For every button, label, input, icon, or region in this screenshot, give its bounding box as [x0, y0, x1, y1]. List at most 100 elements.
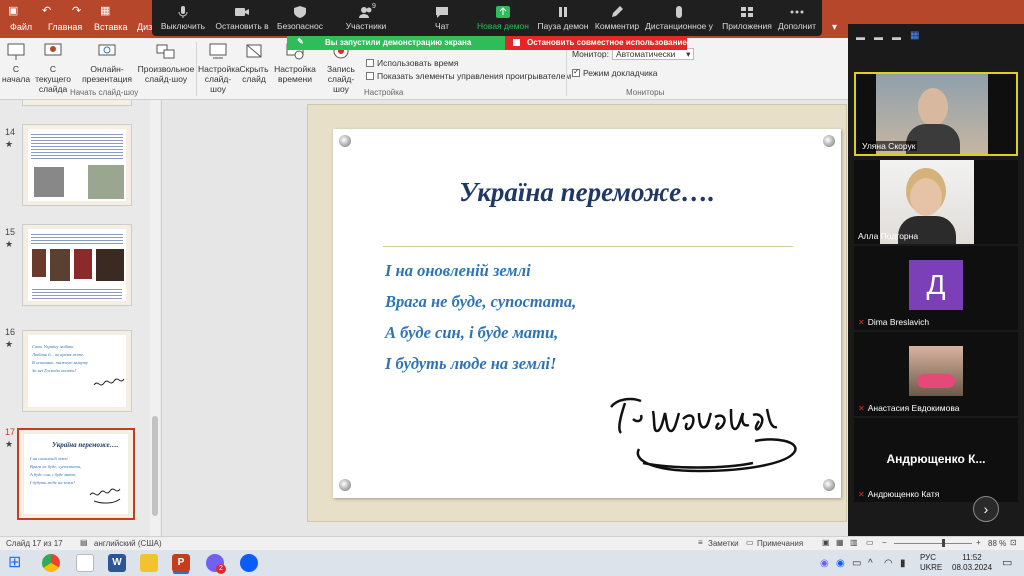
redo-icon[interactable]: ↷ — [72, 4, 81, 17]
tab-insert[interactable]: Вставка — [94, 22, 127, 32]
slideshow-start-icon — [7, 43, 25, 60]
show-media-controls-box[interactable] — [366, 72, 374, 80]
use-timings-checkbox[interactable]: Использовать время — [366, 58, 458, 68]
hide-slide-button[interactable]: Скрыть слайд — [238, 42, 270, 84]
zoom-slider[interactable] — [894, 543, 972, 544]
slide-divider — [383, 246, 793, 247]
mute-button[interactable]: Выключить — [154, 0, 212, 36]
participant-name-row: ✕ Анастасия Евдокимова — [858, 403, 960, 413]
thumbnail-slide-17[interactable]: Україна переможе…. І на оновленій землі … — [17, 428, 135, 520]
reading-view-icon[interactable]: ▥ — [850, 538, 858, 547]
thumbnail-star-icon: ★ — [5, 239, 14, 249]
tab-file[interactable]: Файл — [10, 22, 32, 32]
zoom-out-icon[interactable]: − — [882, 538, 887, 547]
spellcheck-icon[interactable]: ▤ — [80, 538, 88, 547]
custom-show-button[interactable]: Произвольное слайд-шоу — [137, 42, 195, 84]
windows-start-icon[interactable]: ⊞ — [8, 554, 26, 572]
tab-home[interactable]: Главная — [48, 22, 82, 32]
security-button[interactable]: Безопаснос — [272, 0, 328, 36]
save-icon[interactable]: ▣ — [8, 4, 18, 17]
more-button[interactable]: Дополнит — [774, 0, 820, 36]
pause-share-button[interactable]: Пауза демон — [534, 0, 592, 36]
clock[interactable]: 11:52 08.03.2024 — [952, 553, 992, 573]
thumbnail-slide-16[interactable]: Свою Україну любіть Любіть її... во врем… — [22, 330, 132, 412]
shevchenko-signature-image — [610, 397, 797, 473]
app-icon[interactable] — [76, 554, 94, 572]
group-start-slideshow: Начать слайд-шоу — [70, 88, 139, 97]
fit-slide-icon[interactable]: ⊡ — [1010, 538, 1017, 547]
gallery-minimize-icon[interactable]: ▬ — [856, 32, 865, 42]
language-indicator[interactable]: английский (США) — [94, 539, 162, 548]
thumbnail-slide-15[interactable] — [22, 224, 132, 306]
participant-tile[interactable]: Алла Подгорна — [854, 160, 1018, 244]
participant-tile[interactable]: Д ✕ Dima Breslavich — [854, 246, 1018, 330]
chrome-icon[interactable] — [42, 554, 60, 572]
thumbnail-slide-14[interactable] — [22, 124, 132, 206]
chevron-up-icon[interactable]: ^ — [868, 558, 873, 569]
pin-icon — [339, 479, 351, 491]
zoom-in-icon[interactable]: + — [976, 538, 981, 547]
status-bar: Слайд 17 из 17 ▤ английский (США) ≡ Заме… — [0, 536, 1024, 550]
scrollbar-thumb[interactable] — [152, 416, 158, 516]
chat-button[interactable]: Чат — [422, 0, 462, 36]
participant-tile[interactable]: ✕ Анастасия Евдокимова — [854, 332, 1018, 416]
annotate-button[interactable]: Комментир — [592, 0, 642, 36]
stop-video-button[interactable]: Остановить в — [212, 0, 272, 36]
presenter-view-checkbox[interactable]: Режим докладчика — [572, 67, 658, 78]
zoom-slider-thumb[interactable] — [942, 539, 945, 547]
thumbnail-number: 17 — [5, 427, 16, 437]
thumbnail-slide-13[interactable] — [22, 100, 132, 106]
participant-tile[interactable]: Андрющенко К... ✕ Андрющенко Катя — [854, 418, 1018, 502]
gallery-view-icon[interactable]: ▬ — [892, 32, 901, 42]
monitor-label: Монитор: — [572, 49, 609, 59]
ribbon-collapse-icon[interactable]: ▾ — [832, 22, 837, 33]
thumbnail-scrollbar[interactable] — [150, 100, 160, 536]
online-presentation-button[interactable]: Онлайн-презентация — [76, 42, 138, 84]
poem-line: Врага не буде, супостата, — [385, 292, 577, 311]
group-setup: Настройка — [364, 88, 404, 97]
word-icon[interactable]: W — [108, 554, 126, 572]
wifi-icon[interactable]: ◠ — [884, 558, 893, 569]
from-current-button[interactable]: С текущего слайда — [31, 42, 75, 94]
tray-icon[interactable]: ▭ — [852, 558, 861, 569]
undo-icon[interactable]: ↶ — [42, 4, 51, 17]
share-banner: ✎ Вы запустили демонстрацию экрана Остан… — [287, 36, 687, 50]
custom-show-label: Произвольное слайд-шоу — [137, 64, 195, 84]
participant-tile-active-speaker[interactable]: Уляна Скорук — [854, 72, 1018, 156]
tray-zoom-icon[interactable]: ◉ — [836, 558, 845, 569]
participants-button[interactable]: 9 Участники — [336, 0, 396, 36]
gallery-view-icon[interactable]: ▬ — [874, 32, 883, 42]
gallery-grid-icon[interactable]: ▦ — [910, 30, 919, 41]
pause-share-label: Пауза демон — [537, 21, 589, 31]
from-beginning-button[interactable]: С начала — [2, 42, 30, 84]
normal-view-icon[interactable]: ▣ — [822, 538, 830, 547]
battery-icon[interactable]: ▮ — [900, 558, 906, 569]
apps-button[interactable]: Приложения — [722, 0, 772, 36]
setup-show-button[interactable]: Настройка слайд-шоу — [198, 42, 240, 94]
use-timings-box[interactable] — [366, 59, 374, 67]
language-switcher[interactable]: РУС UKRE — [920, 553, 942, 573]
thumbnail-line: І на оновленій землі — [30, 456, 68, 461]
stop-share-label: Остановить совместное использование — [527, 38, 687, 47]
stop-share-button[interactable]: Остановить совместное использование — [505, 36, 687, 50]
new-share-button[interactable]: Новая демон — [474, 0, 532, 36]
tab-design[interactable]: Диз — [137, 22, 152, 32]
notifications-icon[interactable]: ▭ — [1002, 556, 1012, 569]
sorter-view-icon[interactable]: ▦ — [836, 538, 844, 547]
zoom-app-icon[interactable] — [240, 554, 258, 572]
presenter-view-box[interactable] — [572, 67, 580, 77]
slide-counter: Слайд 17 из 17 — [6, 539, 63, 548]
new-share-label: Новая демон — [477, 21, 529, 31]
file-explorer-icon[interactable] — [140, 554, 158, 572]
powerpoint-icon[interactable]: P — [172, 554, 190, 572]
notes-button[interactable]: Заметки — [708, 539, 739, 548]
comments-button[interactable]: Примечания — [757, 539, 803, 548]
show-media-controls-checkbox[interactable]: Показать элементы управления проигрывате… — [366, 71, 571, 81]
tray-viber-icon[interactable]: ◉ — [820, 558, 829, 569]
mouse-icon — [676, 6, 682, 18]
present-icon[interactable]: ▦ — [100, 4, 110, 17]
thumbnail-signature — [89, 488, 121, 504]
slideshow-view-icon[interactable]: ▭ — [866, 538, 874, 547]
next-page-button[interactable]: › — [973, 496, 999, 522]
remote-control-button[interactable]: Дистанционное у — [642, 0, 716, 36]
